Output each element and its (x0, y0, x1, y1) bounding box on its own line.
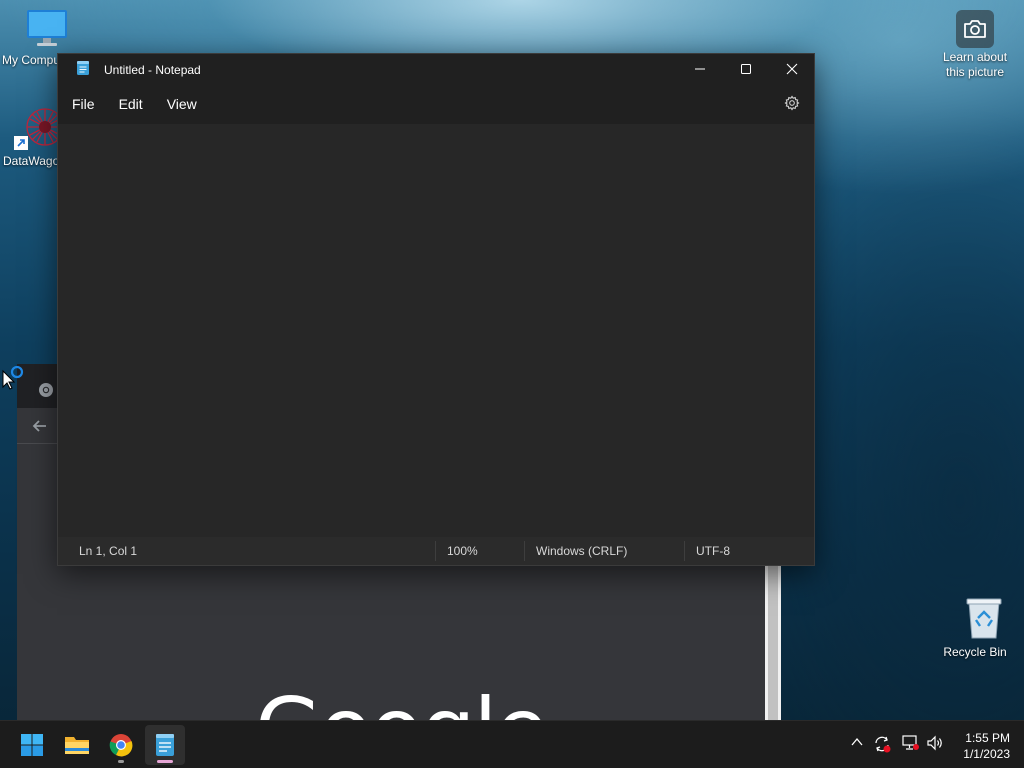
sync-status-button[interactable] (873, 735, 891, 753)
taskbar: 1:55 PM 1/1/2023 (0, 720, 1024, 768)
camera-icon (956, 10, 994, 48)
status-bar: Ln 1, Col 1 100% Windows (CRLF) UTF-8 (58, 537, 814, 565)
clock[interactable]: 1:55 PM 1/1/2023 (963, 730, 1010, 762)
mouse-cursor (2, 365, 28, 399)
status-cursor-position: Ln 1, Col 1 (79, 544, 138, 558)
taskbar-file-explorer[interactable] (57, 725, 97, 765)
maximize-button[interactable] (723, 54, 769, 84)
status-encoding: UTF-8 (696, 544, 730, 558)
show-hidden-icons-button[interactable] (850, 735, 864, 749)
status-line-ending: Windows (CRLF) (536, 544, 628, 558)
desktop-icon-recycle-bin[interactable]: Recycle Bin (937, 596, 1013, 659)
taskbar-chrome[interactable] (101, 725, 141, 765)
maximize-icon (741, 64, 751, 74)
running-indicator (118, 760, 124, 763)
status-divider (435, 541, 436, 561)
network-button[interactable] (901, 735, 919, 751)
back-arrow-icon[interactable] (31, 417, 49, 440)
minimize-button[interactable] (677, 54, 723, 84)
minimize-icon (695, 68, 705, 70)
menu-file[interactable]: File (72, 92, 95, 116)
volume-icon (927, 735, 942, 751)
notepad-titlebar[interactable]: Untitled - Notepad (58, 54, 814, 84)
menu-edit[interactable]: Edit (119, 92, 143, 116)
notepad-icon (76, 60, 90, 81)
text-editor-area[interactable] (58, 124, 814, 537)
chrome-icon (38, 382, 54, 403)
start-icon (21, 734, 43, 756)
start-button[interactable] (12, 725, 52, 765)
desktop-icon-label: Recycle Bin (943, 645, 1007, 659)
notepad-menubar: File Edit View (58, 84, 814, 124)
clock-date: 1/1/2023 (963, 747, 1010, 761)
network-icon (902, 735, 919, 750)
status-divider (524, 541, 525, 561)
close-button[interactable] (769, 54, 815, 84)
chevron-up-icon (851, 737, 863, 746)
clock-time: 1:55 PM (965, 731, 1010, 745)
scrollbar-thumb[interactable] (768, 564, 778, 720)
settings-button[interactable] (784, 95, 800, 116)
status-zoom: 100% (447, 544, 478, 558)
gear-icon (784, 95, 800, 111)
close-icon (786, 63, 798, 75)
taskbar-notepad[interactable] (145, 725, 185, 765)
active-indicator (157, 760, 173, 763)
computer-icon (18, 8, 76, 51)
volume-button[interactable] (926, 735, 944, 751)
shortcut-arrow-icon (14, 136, 28, 150)
notepad-icon (156, 734, 174, 756)
file-explorer-icon (65, 737, 89, 754)
status-divider (684, 541, 685, 561)
learn-about-picture[interactable]: Learn about this picture (936, 10, 1014, 80)
recycle-bin-icon (955, 596, 1013, 643)
chrome-icon (109, 734, 133, 757)
notepad-window[interactable]: Untitled - Notepad File Edit View Ln 1, … (57, 53, 815, 566)
menu-view[interactable]: View (167, 92, 197, 116)
learn-about-picture-label: Learn about this picture (942, 50, 1008, 79)
sync-error-icon (875, 736, 891, 753)
window-title: Untitled - Notepad (104, 63, 201, 77)
